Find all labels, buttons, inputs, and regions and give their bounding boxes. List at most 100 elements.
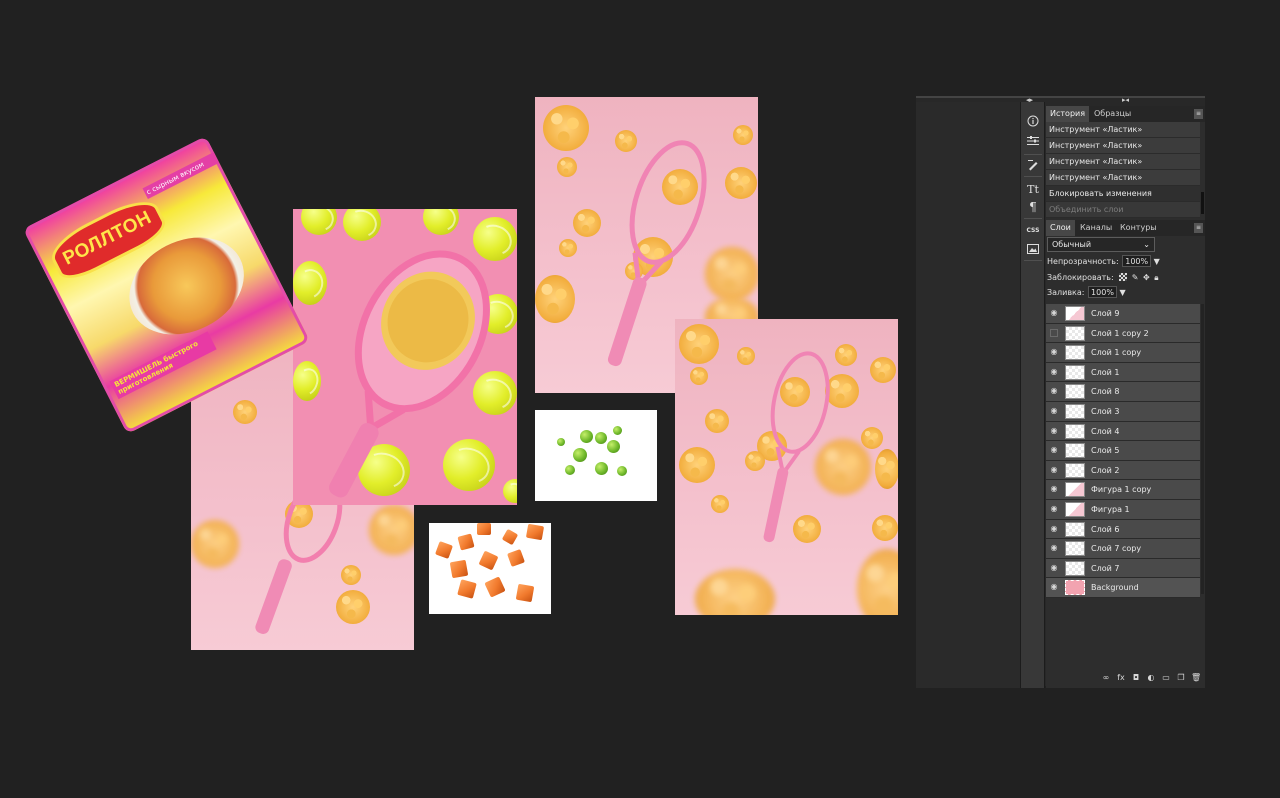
eye-icon[interactable]: ◉	[1049, 524, 1059, 534]
fill-label: Заливка:	[1047, 288, 1085, 297]
eye-icon[interactable]: ◉	[1049, 445, 1059, 455]
brush-icon[interactable]	[1024, 156, 1042, 174]
eye-icon[interactable]: ◉	[1049, 426, 1059, 436]
layer-row[interactable]: ◉ Фигура 1	[1046, 499, 1200, 520]
layer-mask-icon[interactable]: ◘	[1131, 673, 1141, 683]
layer-row[interactable]: ◉ Слой 1	[1046, 362, 1200, 383]
lock-transparency-icon[interactable]	[1119, 273, 1128, 281]
css-icon[interactable]: CSS	[1024, 221, 1042, 239]
layer-row[interactable]: ◉ Background	[1046, 578, 1200, 598]
layer-name: Слой 6	[1091, 524, 1120, 534]
layer-row[interactable]: ◉ Слой 7 copy	[1046, 539, 1200, 559]
lock-position-icon[interactable]: ✥	[1143, 273, 1150, 282]
layer-row[interactable]: ◉ Фигура 1 copy	[1046, 480, 1200, 500]
layer-row[interactable]: ◉ Слой 9	[1046, 304, 1200, 324]
layer-row[interactable]: ◉ Слой 2	[1046, 460, 1200, 481]
eye-icon[interactable]: ◉	[1049, 465, 1059, 475]
visibility-off-icon[interactable]	[1050, 328, 1058, 337]
new-group-icon[interactable]: ▭	[1161, 673, 1171, 683]
fill-row: Заливка: 100% ▼	[1047, 286, 1126, 300]
collapse-right-icon[interactable]: ▸◂	[1122, 96, 1129, 104]
info-icon[interactable]	[1024, 112, 1042, 130]
layer-thumbnail	[1065, 364, 1085, 380]
layer-name: Слой 2	[1091, 465, 1120, 475]
layer-name: Фигура 1 copy	[1091, 485, 1152, 495]
image-icon[interactable]	[1024, 240, 1042, 258]
layer-row[interactable]: Слой 1 copy 2	[1046, 323, 1200, 344]
layer-thumbnail	[1065, 443, 1085, 459]
layer-name: Слой 4	[1091, 426, 1120, 436]
layer-name: Слой 1 copy	[1091, 348, 1142, 358]
layer-style-icon[interactable]: fx	[1116, 673, 1126, 683]
tab-swatches[interactable]: Образцы	[1090, 106, 1135, 122]
fill-dropdown-icon[interactable]: ▼	[1119, 288, 1125, 297]
layer-row[interactable]: ◉ Слой 4	[1046, 421, 1200, 442]
layer-thumbnail	[1065, 541, 1085, 557]
fill-input[interactable]: 100%	[1088, 286, 1117, 298]
panels-stack: История Образцы ≡ Инструмент «Ластик» Ин…	[1046, 106, 1205, 688]
layer-thumbnail	[1065, 482, 1085, 498]
photo-green-peas	[535, 410, 657, 501]
eye-icon[interactable]: ◉	[1049, 563, 1059, 573]
opacity-dropdown-icon[interactable]: ▼	[1154, 257, 1160, 266]
character-icon[interactable]: Tt	[1024, 180, 1042, 198]
opacity-input[interactable]: 100%	[1122, 255, 1152, 267]
eye-icon[interactable]: ◉	[1049, 406, 1059, 416]
history-scrollbar[interactable]	[1201, 192, 1204, 214]
layer-row[interactable]: ◉ Слой 6	[1046, 519, 1200, 540]
layer-name: Слой 7 copy	[1091, 544, 1142, 554]
package-flavor: с сырным вкусом	[142, 152, 220, 200]
chevron-down-icon: ⌄	[1143, 240, 1150, 249]
layer-name: Слой 1 copy 2	[1091, 328, 1149, 338]
dock-empty-area	[916, 102, 1020, 688]
history-item[interactable]: Инструмент «Ластик»	[1046, 138, 1200, 154]
layer-row[interactable]: ◉ Слой 8	[1046, 382, 1200, 402]
link-layers-icon[interactable]: ∞	[1101, 673, 1111, 683]
eye-icon[interactable]: ◉	[1049, 582, 1059, 592]
layer-name: Слой 3	[1091, 406, 1120, 416]
trash-icon[interactable]: 🗑︎	[1191, 673, 1201, 683]
photo-racket-tennis-balls	[293, 209, 517, 505]
history-item[interactable]: Инструмент «Ластик»	[1046, 154, 1200, 170]
photo-carrot-cubes	[429, 523, 551, 614]
history-item[interactable]: Инструмент «Ластик»	[1046, 170, 1200, 186]
new-layer-icon[interactable]: ❐	[1176, 673, 1186, 683]
adjustment-layer-icon[interactable]: ◐	[1146, 673, 1156, 683]
layer-thumbnail	[1065, 501, 1085, 517]
blend-mode-select[interactable]: Обычный ⌄	[1047, 237, 1155, 252]
layer-thumbnail	[1065, 325, 1085, 341]
package-product-label: ВЕРМИШЕЛЬ быстрого приготовления	[109, 331, 217, 400]
layers-scrollbar[interactable]	[1201, 304, 1204, 594]
layer-row[interactable]: ◉ Слой 3	[1046, 401, 1200, 422]
eye-icon[interactable]: ◉	[1049, 347, 1059, 357]
eye-icon[interactable]: ◉	[1049, 386, 1059, 396]
history-item[interactable]: Объединить слои	[1046, 202, 1200, 218]
opacity-label: Непрозрачность:	[1047, 257, 1119, 266]
layer-name: Слой 7	[1091, 563, 1120, 573]
tab-history[interactable]: История	[1046, 106, 1090, 122]
eye-icon[interactable]: ◉	[1049, 504, 1059, 514]
layers-list: ◉ Слой 9 Слой 1 copy 2 ◉ Слой 1 copy ◉ С…	[1046, 304, 1200, 598]
eye-icon[interactable]: ◉	[1049, 484, 1059, 494]
layer-row[interactable]: ◉ Слой 1 copy	[1046, 343, 1200, 363]
layer-row[interactable]: ◉ Слой 7	[1046, 558, 1200, 579]
lock-pixels-icon[interactable]: ✎	[1132, 273, 1139, 282]
paragraph-icon[interactable]: ¶	[1024, 198, 1042, 216]
history-item[interactable]: Инструмент «Ластик»	[1046, 122, 1200, 138]
photo-racket-noodles-right	[675, 319, 898, 615]
history-panel-menu-icon[interactable]: ≡	[1194, 109, 1203, 119]
tab-paths[interactable]: Контуры	[1116, 220, 1161, 236]
lock-all-icon[interactable]: 🔒︎	[1154, 273, 1158, 282]
properties-icon[interactable]	[1024, 132, 1042, 150]
layers-panel-menu-icon[interactable]: ≡	[1194, 223, 1203, 233]
eye-icon[interactable]: ◉	[1049, 308, 1059, 318]
tab-layers[interactable]: Слои	[1046, 220, 1075, 236]
opacity-row: Непрозрачность: 100% ▼	[1047, 255, 1160, 269]
history-item[interactable]: Блокировать изменения	[1046, 186, 1200, 202]
layer-name: Background	[1091, 583, 1139, 593]
layer-row[interactable]: ◉ Слой 5	[1046, 441, 1200, 461]
eye-icon[interactable]: ◉	[1049, 543, 1059, 553]
tab-channels[interactable]: Каналы	[1076, 220, 1116, 236]
layer-thumbnail	[1065, 403, 1085, 419]
eye-icon[interactable]: ◉	[1049, 367, 1059, 377]
